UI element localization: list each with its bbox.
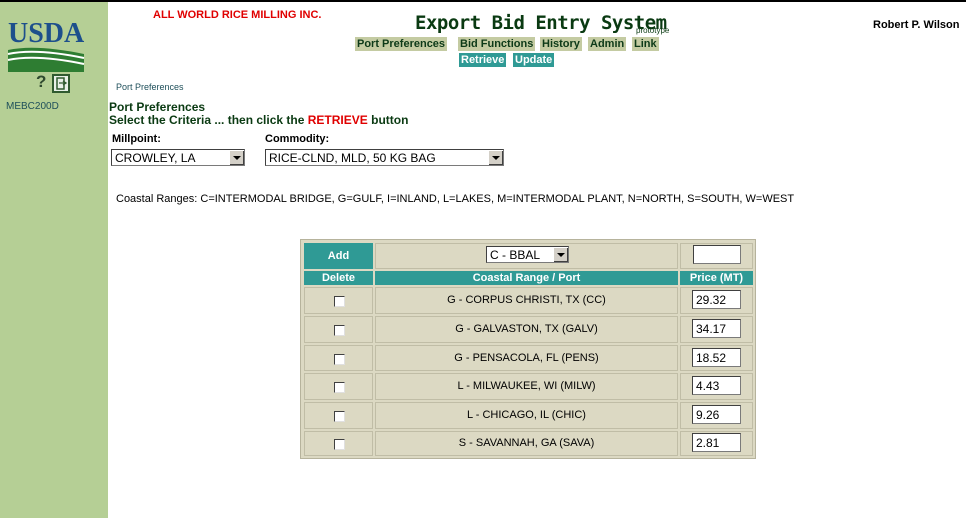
menu-history[interactable]: History [540, 37, 582, 51]
port-cell: L - MILWAUKEE, WI (MILW) [375, 373, 678, 400]
delete-checkbox[interactable] [334, 296, 345, 307]
price-input[interactable] [692, 376, 741, 395]
exit-door-icon[interactable] [52, 74, 70, 93]
menu-port-preferences[interactable]: Port Preferences [355, 37, 448, 51]
delete-checkbox[interactable] [334, 325, 345, 336]
instruction-keyword: RETRIEVE [307, 113, 368, 127]
instruction-suffix: button [371, 113, 409, 127]
chevron-down-icon[interactable] [488, 150, 503, 165]
port-header: Coastal Range / Port [375, 271, 678, 285]
app-title: Export Bid Entry System [415, 12, 667, 34]
delete-checkbox[interactable] [334, 354, 345, 365]
instruction-prefix: Select the Criteria ... then click the [109, 113, 305, 127]
delete-checkbox[interactable] [334, 439, 345, 450]
company-name: ALL WORLD RICE MILLING INC. [153, 9, 322, 21]
add-port-value: C - BBAL [490, 248, 541, 262]
delete-checkbox[interactable] [334, 411, 345, 422]
svg-text:USDA: USDA [8, 18, 85, 49]
price-input[interactable] [692, 348, 741, 367]
menu-admin[interactable]: Admin [588, 37, 627, 51]
price-header: Price (MT) [680, 271, 753, 285]
price-input[interactable] [692, 290, 741, 309]
millpoint-value: CROWLEY, LA [115, 151, 196, 165]
delete-cell [304, 287, 373, 314]
instruction-text: Select the Criteria ... then click the R… [109, 113, 408, 127]
commodity-label: Commodity: [265, 133, 330, 145]
chevron-down-icon[interactable] [553, 247, 568, 262]
menu-link[interactable]: Link [632, 37, 659, 51]
port-cell: G - PENSACOLA, FL (PENS) [375, 345, 678, 371]
user-name: Robert P. Wilson [873, 19, 960, 31]
sidebar: USDA ? MEBC200D [0, 2, 108, 518]
app-subtitle: prototype [636, 26, 670, 35]
usda-logo: USDA [7, 18, 85, 72]
screen-id: MEBC200D [6, 101, 59, 112]
retrieve-button[interactable]: Retrieve [459, 53, 507, 67]
delete-cell [304, 402, 373, 429]
price-input[interactable] [692, 405, 741, 424]
delete-header: Delete [304, 271, 373, 285]
add-port-select[interactable]: C - BBAL [486, 246, 569, 263]
add-button[interactable]: Add [304, 243, 373, 269]
port-cell: G - CORPUS CHRISTI, TX (CC) [375, 287, 678, 314]
delete-checkbox[interactable] [334, 382, 345, 393]
port-cell: G - GALVASTON, TX (GALV) [375, 316, 678, 343]
commodity-select[interactable]: RICE-CLND, MLD, 50 KG BAG [265, 149, 504, 166]
update-button[interactable]: Update [513, 53, 555, 67]
port-cell: L - CHICAGO, IL (CHIC) [375, 402, 678, 429]
top-border [0, 0, 966, 2]
delete-cell [304, 373, 373, 400]
delete-cell [304, 431, 373, 456]
delete-cell [304, 316, 373, 343]
menu-bid-functions[interactable]: Bid Functions [458, 37, 536, 51]
price-input[interactable] [692, 433, 741, 452]
breadcrumb: Port Preferences [116, 82, 184, 92]
millpoint-label: Millpoint: [112, 133, 161, 145]
chevron-down-icon[interactable] [229, 150, 244, 165]
delete-cell [304, 345, 373, 371]
commodity-value: RICE-CLND, MLD, 50 KG BAG [269, 151, 436, 165]
add-price-input[interactable] [693, 245, 741, 264]
price-input[interactable] [692, 319, 741, 338]
help-icon[interactable]: ? [36, 72, 46, 92]
millpoint-select[interactable]: CROWLEY, LA [111, 149, 245, 166]
section-title: Port Preferences [109, 100, 206, 114]
help-row: ? [36, 72, 76, 94]
port-cell: S - SAVANNAH, GA (SAVA) [375, 431, 678, 456]
coastal-ranges-legend: Coastal Ranges: C=INTERMODAL BRIDGE, G=G… [116, 193, 795, 205]
